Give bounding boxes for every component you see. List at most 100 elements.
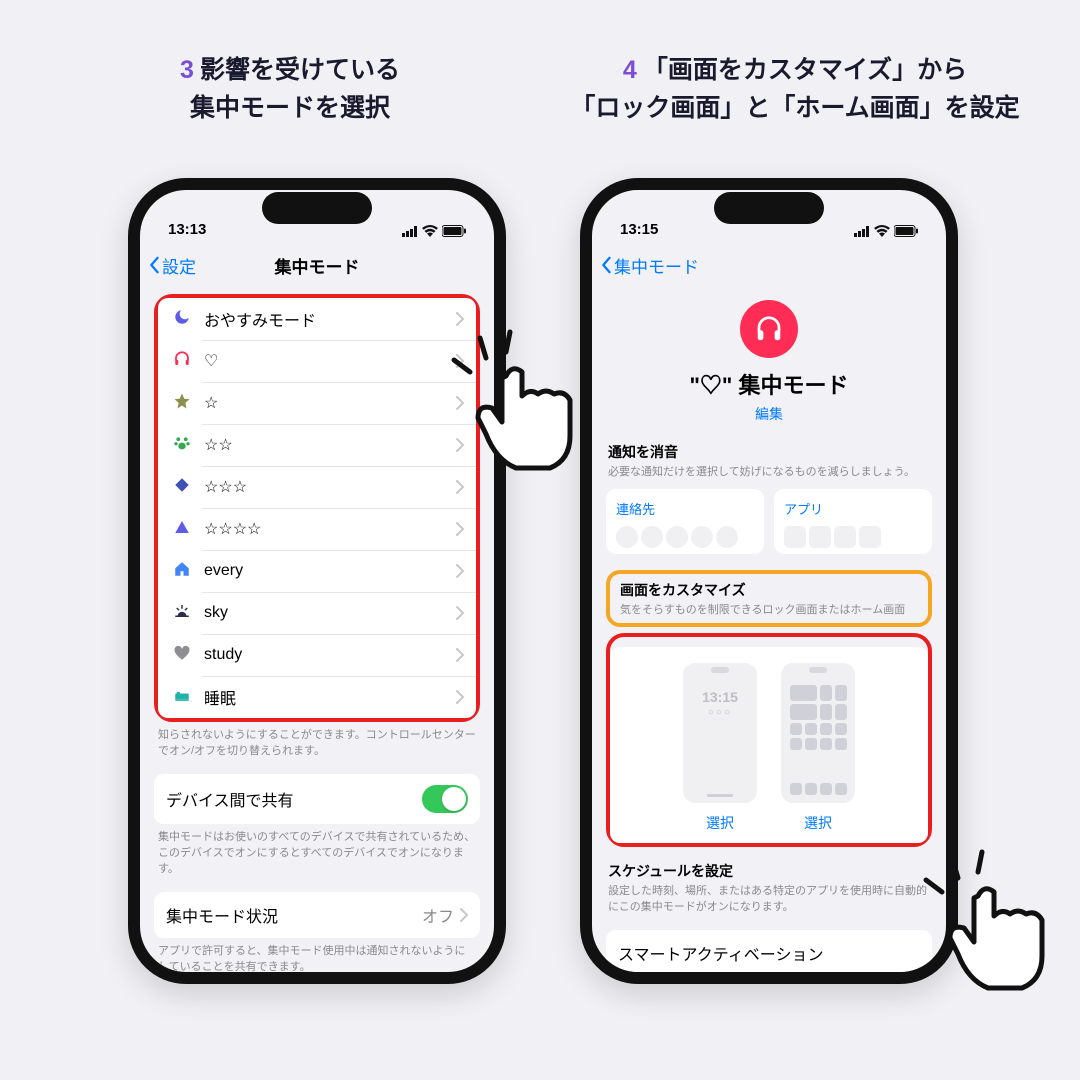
focus-mode-row[interactable]: ☆☆☆☆	[158, 508, 476, 550]
triangle-icon	[170, 518, 194, 541]
battery-icon	[894, 222, 918, 238]
star-icon	[170, 392, 194, 415]
chevron-right-icon	[456, 354, 464, 368]
content-right[interactable]: "♡" 集中モード 編集 通知を消音 必要な通知だけを選択して妨げになるものを減…	[592, 286, 946, 972]
step4-line2: 「ロック画面」と「ホーム画面」を設定	[570, 94, 1019, 122]
status-right	[854, 222, 918, 238]
customize-screens-highlight: 13:15 ○○○ 選択	[606, 633, 932, 847]
home-screen-preview	[781, 663, 855, 803]
edit-link[interactable]: 編集	[606, 404, 932, 424]
contact-avatars	[616, 526, 754, 548]
share-label: デバイス間で共有	[166, 787, 294, 811]
focus-name: "♡" 集中モード	[606, 368, 932, 400]
schedule-title: スケジュールを設定	[608, 861, 930, 881]
contacts-label: 連絡先	[616, 499, 754, 518]
step4-line1: 「画面をカスタマイズ」から	[643, 56, 967, 84]
headphones-icon	[170, 350, 194, 373]
step3-header: 3影響を受けている 集中モードを選択	[100, 52, 480, 127]
customize-highlight: 画面をカスタマイズ 気をそらすものを制限できるロック画面またはホーム画面	[606, 570, 932, 627]
status-time: 13:13	[168, 221, 206, 238]
cellular-icon	[402, 222, 418, 238]
bed-icon	[170, 686, 194, 709]
step4-header: 4「画面をカスタマイズ」から 「ロック画面」と「ホーム画面」を設定	[545, 52, 1045, 127]
content-left[interactable]: おやすみモード♡☆☆☆☆☆☆☆☆☆☆everyskystudy睡眠 知らされない…	[140, 286, 494, 972]
chevron-right-icon	[456, 312, 464, 326]
focus-status-label: 集中モード状況	[166, 903, 278, 927]
focus-mode-label: sky	[204, 604, 456, 622]
chevron-right-icon	[456, 480, 464, 494]
smart-activation-row[interactable]: スマートアクティベーション	[606, 930, 932, 972]
app-icons	[784, 526, 922, 548]
chevron-right-icon	[456, 648, 464, 662]
cellular-icon	[854, 222, 870, 238]
focus-mode-row[interactable]: ☆	[158, 382, 476, 424]
share-toggle[interactable]	[422, 785, 468, 813]
nav-back-label: 集中モード	[614, 253, 699, 278]
lock-screen-option[interactable]: 13:15 ○○○ 選択	[683, 663, 757, 833]
apps-card[interactable]: アプリ	[774, 489, 932, 554]
focus-status-row[interactable]: 集中モード状況 オフ	[154, 892, 480, 938]
chevron-right-icon	[456, 606, 464, 620]
contacts-card[interactable]: 連絡先	[606, 489, 764, 554]
chevron-right-icon	[456, 522, 464, 536]
home-select-button[interactable]: 選択	[781, 813, 855, 833]
focus-mode-row[interactable]: every	[158, 550, 476, 592]
chevron-right-icon	[456, 438, 464, 452]
schedule-header: スケジュールを設定 設定した時刻、場所、またはある特定のアプリを使用時に自動的に…	[606, 861, 932, 924]
chevron-left-icon	[148, 256, 160, 274]
focus-mode-row[interactable]: ☆☆☆	[158, 466, 476, 508]
lock-preview-widgets: ○○○	[708, 707, 732, 718]
focus-list-highlight: おやすみモード♡☆☆☆☆☆☆☆☆☆☆everyskystudy睡眠	[154, 294, 480, 722]
step4-num: 4	[623, 56, 637, 84]
focus-status-right: オフ	[422, 903, 468, 927]
moon-icon	[170, 308, 194, 331]
focus-mode-row[interactable]: ☆☆	[158, 424, 476, 466]
chevron-right-icon	[456, 564, 464, 578]
focus-help-text: 知らされないようにすることができます。コントロールセンターでオン/オフを切り替え…	[154, 722, 480, 774]
notch	[714, 192, 824, 224]
focus-mode-list: おやすみモード♡☆☆☆☆☆☆☆☆☆☆everyskystudy睡眠	[158, 298, 476, 718]
share-across-devices-row[interactable]: デバイス間で共有	[154, 774, 480, 824]
home-icon	[170, 560, 194, 583]
step3-line1: 影響を受けている	[200, 56, 400, 84]
chevron-right-icon	[456, 690, 464, 704]
focus-mode-label: ☆☆☆☆	[204, 519, 456, 539]
status-time: 13:15	[620, 221, 658, 238]
home-preview-grid	[788, 685, 848, 750]
focus-mode-row[interactable]: study	[158, 634, 476, 676]
nav-back-settings[interactable]: 設定	[148, 253, 196, 278]
home-screen-option[interactable]: 選択	[781, 663, 855, 833]
nav-bar: 設定 集中モード	[140, 244, 494, 286]
phone-right: 13:15 集中モード "♡" 集中モード 編集 通知を消音 必要な通知だけを選…	[580, 178, 958, 984]
lock-screen-preview: 13:15 ○○○	[683, 663, 757, 803]
focus-mode-label: ☆☆	[204, 435, 456, 455]
focus-mode-row[interactable]: 睡眠	[158, 676, 476, 718]
nav-back-label: 設定	[162, 253, 196, 278]
lock-select-button[interactable]: 選択	[683, 813, 757, 833]
focus-status-value: オフ	[422, 903, 454, 927]
focus-mode-label: study	[204, 646, 456, 664]
nav-back-focus[interactable]: 集中モード	[600, 253, 699, 278]
customize-title: 画面をカスタマイズ	[620, 580, 918, 600]
nav-title: 集中モード	[275, 253, 360, 278]
screen-right: 13:15 集中モード "♡" 集中モード 編集 通知を消音 必要な通知だけを選…	[592, 190, 946, 972]
paw-icon	[170, 434, 194, 457]
chevron-right-icon	[460, 908, 468, 922]
home-preview-dock	[788, 783, 848, 795]
battery-icon	[442, 222, 466, 238]
schedule-sub: 設定した時刻、場所、またはある特定のアプリを使用時に自動的にこの集中モードがオン…	[608, 884, 930, 916]
smart-activation-label: スマートアクティベーション	[618, 941, 823, 965]
sunrise-icon	[170, 602, 194, 625]
screen-left: 13:13 設定 集中モード おやすみモード♡☆☆☆☆☆☆☆☆☆☆everysk…	[140, 190, 494, 972]
apps-label: アプリ	[784, 499, 922, 518]
focus-mode-row[interactable]: sky	[158, 592, 476, 634]
step3-num: 3	[180, 56, 194, 84]
focus-mode-label: every	[204, 562, 456, 580]
diamond-icon	[170, 476, 194, 499]
focus-mode-row[interactable]: おやすみモード	[158, 298, 476, 340]
step3-line2: 集中モードを選択	[190, 94, 390, 122]
focus-mode-row[interactable]: ♡	[158, 340, 476, 382]
phone-left: 13:13 設定 集中モード おやすみモード♡☆☆☆☆☆☆☆☆☆☆everysk…	[128, 178, 506, 984]
focus-mode-label: ♡	[204, 351, 456, 371]
focus-mode-label: ☆☆☆	[204, 477, 456, 497]
